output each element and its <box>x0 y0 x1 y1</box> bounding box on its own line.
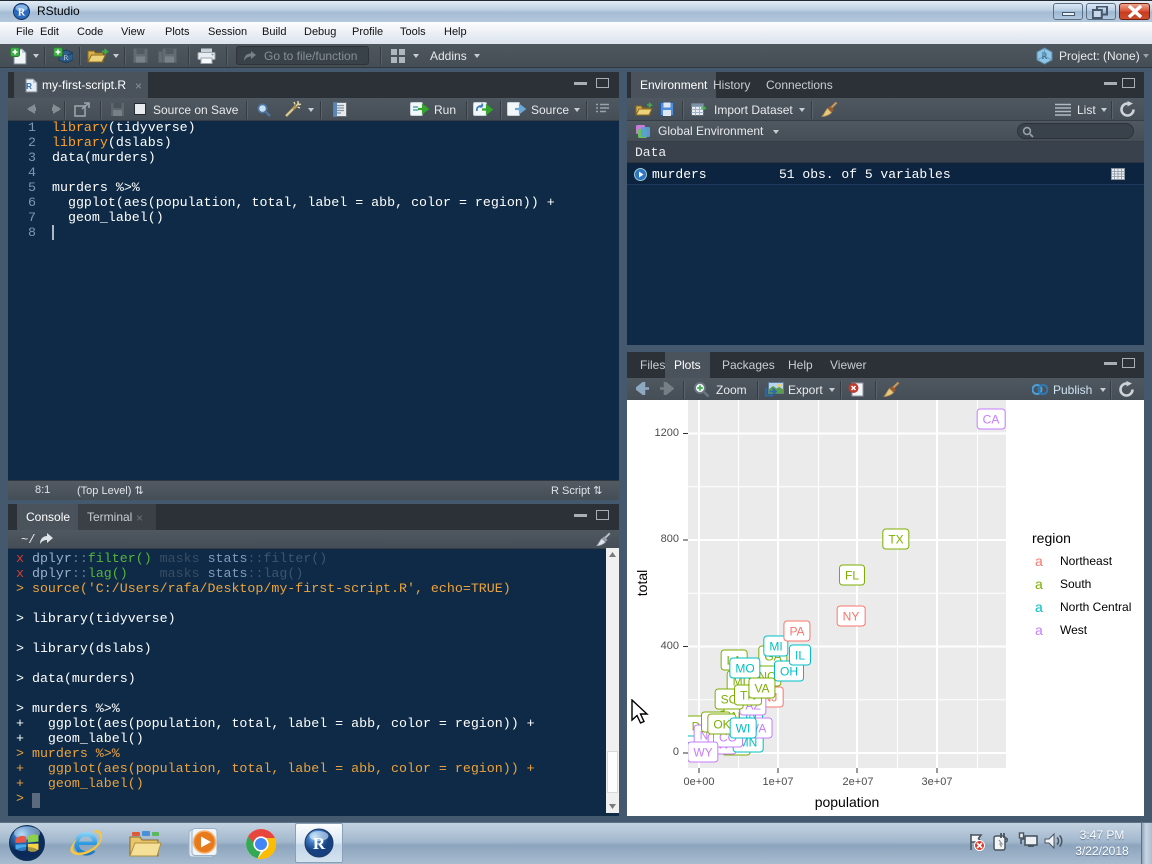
svg-text:R: R <box>1041 51 1047 61</box>
svg-text:R: R <box>26 82 32 91</box>
svg-text:R: R <box>313 834 326 853</box>
svg-text:R: R <box>64 54 69 62</box>
svg-text:R: R <box>18 8 26 19</box>
